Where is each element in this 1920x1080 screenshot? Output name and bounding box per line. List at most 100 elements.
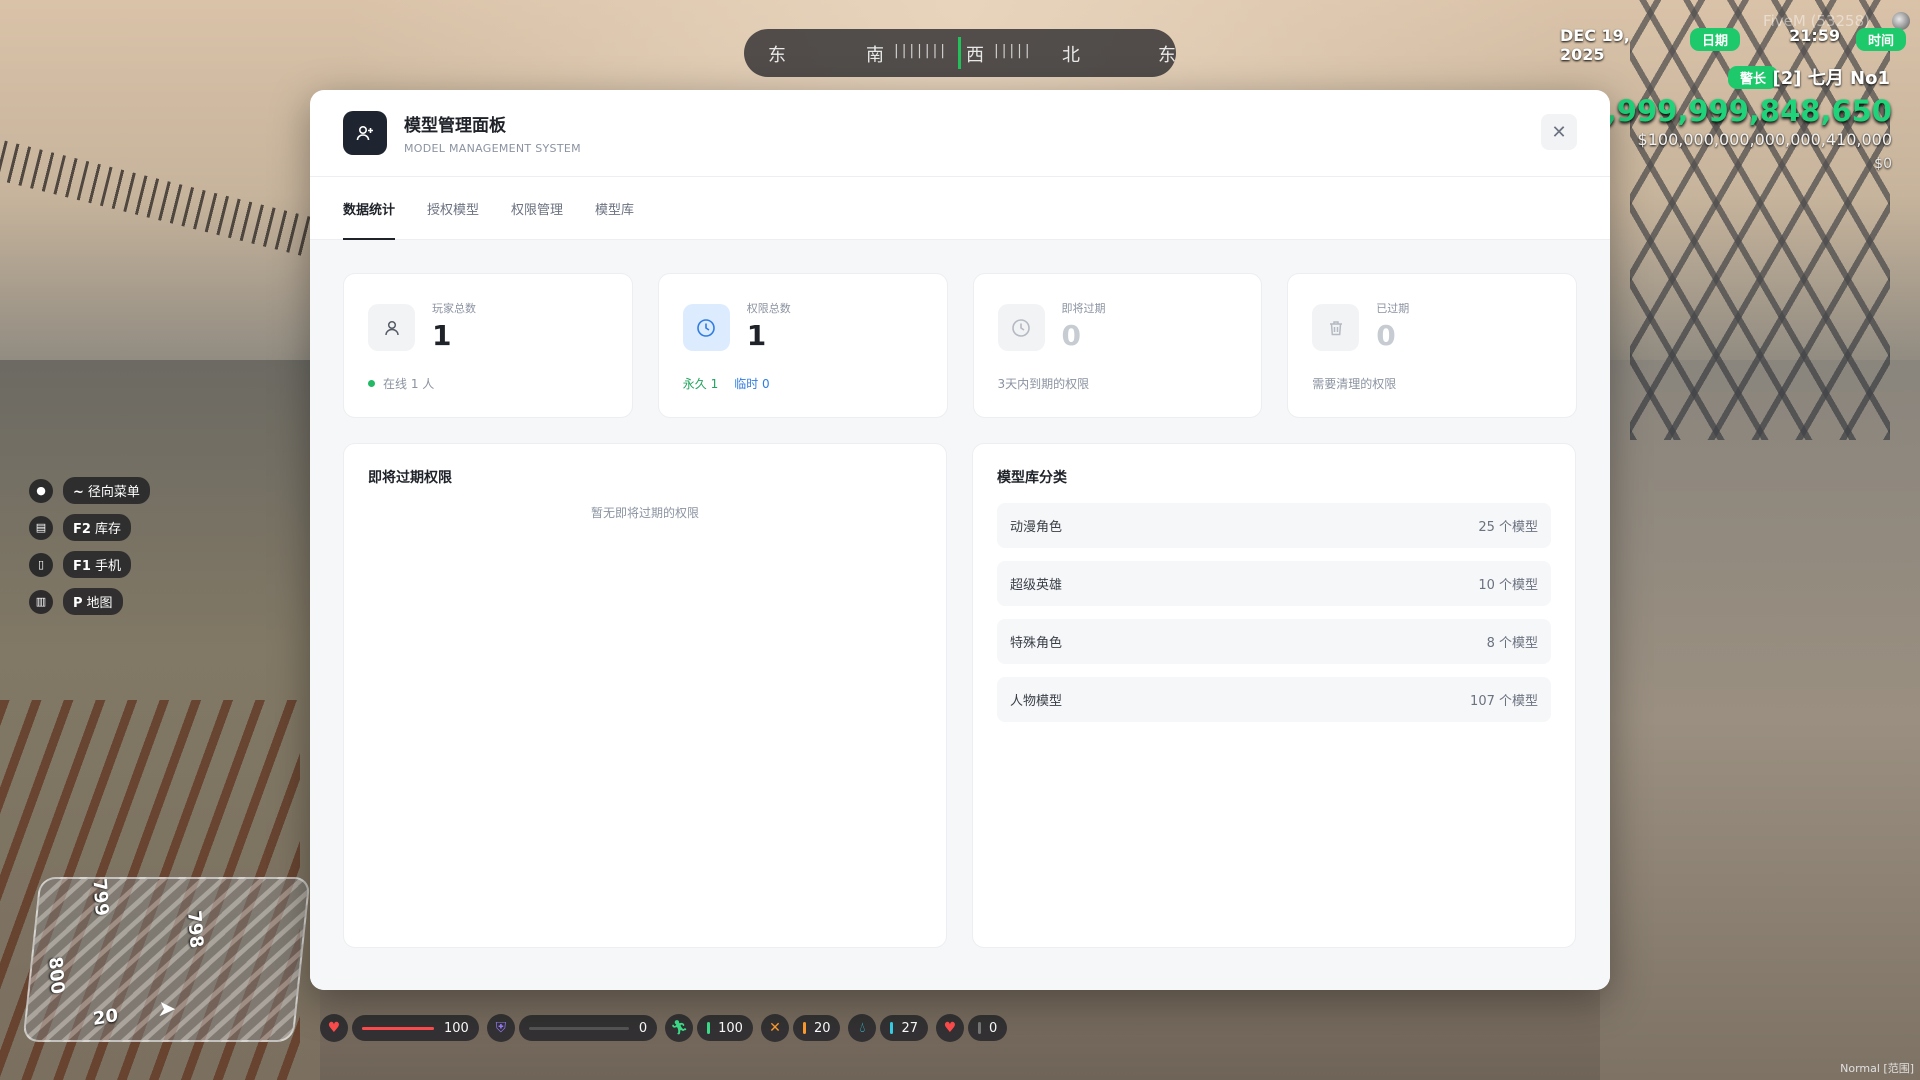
compass-south: 南 [866, 45, 884, 66]
keyhint-key: P [73, 596, 83, 611]
stat-label: 玩家总数 [432, 302, 476, 315]
stat-footer: 需要清理的权限 [1312, 377, 1397, 391]
category-count: 10 个模型 [1478, 578, 1538, 593]
stat-label: 已过期 [1376, 302, 1410, 315]
keyhint-label: 地图 [86, 596, 113, 611]
keyhint-key: F2 [73, 522, 91, 537]
job-pill: 警长 [1727, 66, 1778, 89]
thirst-value: 27 [901, 1020, 919, 1036]
hud-top-right: FiveM (53258) DEC 19, 2025 日期 21:59 时间 警… [1545, 0, 1920, 180]
keyhint-key: ~ [73, 485, 84, 500]
panel-title: 模型库分类 [997, 470, 1067, 486]
backpack-icon: ▤ [29, 515, 53, 540]
tab-authorized-models[interactable]: 授权模型 [427, 177, 479, 239]
stat-value: 1 [432, 319, 452, 352]
tab-permission-management[interactable]: 权限管理 [511, 177, 563, 239]
heartbeat-icon: ♥ [936, 1014, 965, 1042]
compass-east-right: 东 [1158, 45, 1176, 66]
category-name: 人物模型 [1010, 694, 1063, 709]
compass-ticks: ||||||| [894, 43, 949, 59]
category-item[interactable]: 人物模型 107 个模型 [997, 677, 1551, 722]
modal-body: 玩家总数 1 在线 1 人 权限总数 1 永久 1 临时 0 即将过期 0 3天… [310, 240, 1610, 990]
thirst-pill: 27 [880, 1015, 929, 1041]
modal-header: 模型管理面板 MODEL MANAGEMENT SYSTEM ✕ [310, 90, 1610, 176]
map-icon: ▥ [29, 589, 53, 614]
background-conveyor [0, 140, 316, 257]
category-count: 107 个模型 [1470, 694, 1538, 709]
armor-value: 0 [638, 1020, 648, 1036]
time-pill: 时间 [1855, 28, 1906, 51]
health-value: 100 [444, 1020, 469, 1036]
keyhint-map: ▥ P 地图 [29, 588, 150, 615]
expiring-permissions-panel: 即将过期权限 暂无即将过期的权限 [343, 443, 947, 948]
phone-icon: ▯ [29, 552, 53, 577]
stress-pill: 0 [968, 1015, 1008, 1041]
keyhint-label: 径向菜单 [87, 485, 140, 500]
clock-icon [997, 304, 1045, 351]
hud-date: DEC 19, 2025 [1560, 26, 1630, 64]
category-item[interactable]: 特殊角色 8 个模型 [997, 619, 1551, 664]
stamina-pill: 100 [697, 1015, 753, 1041]
status-bar: ♥ 100 ⛨ 0 🏃︎ 100 ✕ 20 💧︎ 27 ♥ 0 [320, 1013, 1015, 1043]
keyhint-radial-menu: ● ~ 径向菜单 [29, 477, 150, 504]
panels: 即将过期权限 暂无即将过期的权限 模型库分类 动漫角色 25 个模型 超级英雄 … [343, 443, 1577, 948]
minimap-label: 800 [44, 955, 68, 996]
compass-west: 西 [966, 45, 984, 66]
health-bar: 100 [352, 1015, 479, 1041]
tab-statistics[interactable]: 数据统计 [343, 177, 396, 240]
water-drop-icon: 💧︎ [848, 1014, 877, 1042]
close-button[interactable]: ✕ [1541, 114, 1577, 150]
stat-card-permissions: 权限总数 1 永久 1 临时 0 [657, 273, 948, 418]
heart-icon: ♥ [320, 1014, 348, 1042]
temporary-count: 临时 0 [734, 377, 770, 391]
category-name: 特殊角色 [1010, 636, 1063, 651]
minimap-label: 799 [88, 877, 113, 918]
keyhint-phone: ▯ F1 手机 [29, 551, 150, 578]
shield-icon: ⛨ [486, 1014, 515, 1042]
stress-value: 0 [989, 1020, 998, 1036]
clock-icon [682, 304, 730, 351]
category-count: 25 个模型 [1478, 520, 1538, 535]
armor-bar: 0 [518, 1015, 658, 1041]
modal-title: 模型管理面板 [404, 116, 506, 136]
category-name: 动漫角色 [1010, 520, 1063, 535]
tab-bar: 数据统计 授权模型 权限管理 模型库 [310, 176, 1610, 240]
category-item[interactable]: 超级英雄 10 个模型 [997, 561, 1551, 606]
compass-east-left: 东 [768, 45, 786, 66]
utensils-icon: ✕ [760, 1014, 789, 1042]
cash-amount: $0 [1874, 156, 1892, 172]
stat-footer: 在线 1 人 [368, 375, 434, 392]
model-management-modal: 模型管理面板 MODEL MANAGEMENT SYSTEM ✕ 数据统计 授权… [310, 90, 1610, 990]
category-item[interactable]: 动漫角色 25 个模型 [997, 503, 1551, 548]
online-count: 在线 1 人 [383, 377, 435, 391]
keybind-hints: ● ~ 径向菜单 ▤ F2 库存 ▯ F1 手机 ▥ P 地图 [29, 477, 150, 625]
stat-cards: 玩家总数 1 在线 1 人 权限总数 1 永久 1 临时 0 即将过期 0 3天… [343, 273, 1577, 418]
stat-value: 0 [1061, 319, 1081, 352]
user-icon [368, 304, 415, 351]
keyhint-key: F1 [73, 559, 91, 574]
stat-footer: 永久 1 临时 0 [683, 375, 770, 392]
stat-value: 0 [1376, 319, 1396, 352]
bank-amount: $100,000,000,000,000,410,000 [1637, 130, 1892, 149]
category-name: 超级英雄 [1010, 578, 1063, 593]
modal-subtitle: MODEL MANAGEMENT SYSTEM [404, 142, 581, 155]
model-library-panel: 模型库分类 动漫角色 25 个模型 超级英雄 10 个模型 特殊角色 8 个模型 [972, 443, 1576, 948]
minimap-label: 20 [92, 1004, 119, 1031]
stat-label: 权限总数 [746, 302, 791, 315]
background-ground-right [1600, 360, 1920, 1080]
date-pill: 日期 [1689, 28, 1740, 51]
compass-ticks-right: ||||| [994, 43, 1033, 59]
panel-title: 即将过期权限 [368, 470, 452, 486]
keyhint-label: 手机 [94, 559, 121, 574]
stat-label: 即将过期 [1061, 302, 1106, 315]
permanent-count: 永久 1 [682, 377, 719, 391]
hunger-value: 20 [813, 1020, 831, 1036]
player-position-arrow-icon: ➤ [156, 997, 178, 1022]
hunger-pill: 20 [792, 1015, 841, 1041]
tab-model-library[interactable]: 模型库 [595, 177, 634, 239]
compass-needle [958, 37, 961, 69]
compass-north: 北 [1062, 45, 1080, 66]
keyhint-label: 库存 [94, 522, 121, 537]
stat-value: 1 [746, 319, 767, 352]
circle-icon: ● [29, 478, 53, 503]
